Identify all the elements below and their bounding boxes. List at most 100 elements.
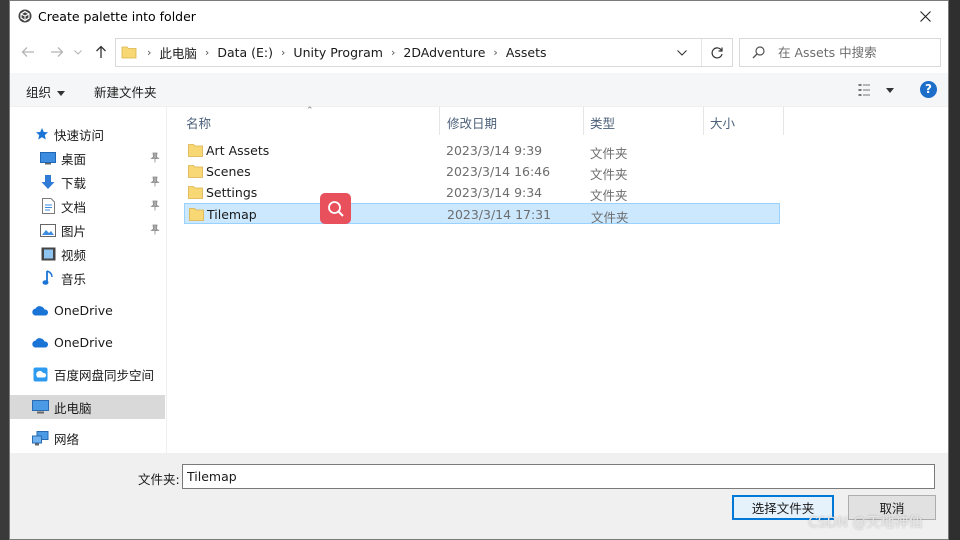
pin-icon xyxy=(150,224,160,235)
nav-item-videos[interactable]: 视频 xyxy=(10,242,165,266)
nav-item-baidu-netdisk[interactable]: 百度网盘同步空间 xyxy=(10,362,165,386)
arrow-up-icon xyxy=(96,45,106,58)
chevron-right-icon: › xyxy=(281,46,286,59)
file-date: 2023/3/14 9:39 xyxy=(446,143,543,158)
address-bar[interactable]: › 此电脑 › Data (E:) › Unity Program › 2DAd… xyxy=(115,38,733,67)
refresh-button[interactable] xyxy=(701,39,732,66)
navigation-bar: › 此电脑 › Data (E:) › Unity Program › 2DAd… xyxy=(10,32,948,72)
chevron-down-icon xyxy=(677,49,687,56)
magnifier-icon xyxy=(327,200,344,217)
close-icon xyxy=(919,11,931,22)
refresh-icon xyxy=(711,46,723,58)
window-title: Create palette into folder xyxy=(38,9,196,24)
details-view-icon xyxy=(858,84,870,96)
forward-button[interactable] xyxy=(47,42,67,62)
nav-item-label: OneDrive xyxy=(54,302,113,318)
arrow-right-icon xyxy=(51,47,64,57)
nav-item-label: 网络 xyxy=(54,431,80,447)
column-header-name[interactable]: 名称 xyxy=(168,107,440,135)
title-bar: Create palette into folder xyxy=(10,1,948,32)
organize-menu-button[interactable]: 组织 xyxy=(26,82,66,101)
breadcrumb-item[interactable]: Unity Program xyxy=(288,45,388,60)
nav-item-label: 桌面 xyxy=(61,151,87,167)
unity-app-icon xyxy=(18,9,32,23)
file-name: Art Assets xyxy=(206,143,270,158)
new-folder-button[interactable]: 新建文件夹 xyxy=(94,82,157,101)
nav-item-label: 此电脑 xyxy=(54,400,92,416)
search-icon xyxy=(752,46,765,59)
file-row[interactable]: Settings 2023/3/14 9:34 文件夹 xyxy=(184,182,780,203)
back-button[interactable] xyxy=(18,42,38,62)
nav-item-label: OneDrive xyxy=(54,334,113,350)
file-name: Scenes xyxy=(206,164,251,179)
magnifier-overlay-button[interactable] xyxy=(320,193,351,224)
view-options-button[interactable] xyxy=(858,82,898,98)
nav-item-this-pc[interactable]: 此电脑 xyxy=(10,395,165,419)
nav-item-label: 视频 xyxy=(61,247,87,263)
cloud-icon xyxy=(31,333,49,351)
nav-item-pictures[interactable]: 图片 xyxy=(10,218,165,242)
column-header-date[interactable]: 修改日期 xyxy=(440,107,584,135)
nav-item-desktop[interactable]: 桌面 xyxy=(10,146,165,170)
column-header-type[interactable]: 类型 xyxy=(584,107,704,135)
nav-item-downloads[interactable]: 下载 xyxy=(10,170,165,194)
file-row[interactable]: Scenes 2023/3/14 16:46 文件夹 xyxy=(184,161,780,182)
file-type: 文件夹 xyxy=(590,146,628,161)
folder-field-label: 文件夹: xyxy=(138,472,180,487)
column-header-size[interactable]: 大小 xyxy=(704,107,784,135)
folder-icon xyxy=(188,186,203,199)
file-row-selected[interactable]: Tilemap 2023/3/14 17:31 文件夹 xyxy=(184,203,780,225)
breadcrumb-item[interactable]: 此电脑 xyxy=(154,43,202,62)
organize-label: 组织 xyxy=(26,85,52,100)
file-row[interactable]: Art Assets 2023/3/14 9:39 文件夹 xyxy=(184,140,780,161)
nav-item-onedrive[interactable]: OneDrive xyxy=(10,298,165,322)
chevron-right-icon: › xyxy=(493,46,498,59)
cloud-icon xyxy=(31,301,49,319)
help-button[interactable]: ? xyxy=(920,81,937,98)
baidu-netdisk-icon xyxy=(31,365,49,383)
nav-item-label: 文档 xyxy=(61,199,87,215)
navigation-pane: 快速访问 桌面 下载 文档 图片 视频 音乐 OneDrive OneDrive… xyxy=(10,107,167,453)
address-history-dropdown[interactable] xyxy=(669,39,695,66)
breadcrumb-item[interactable]: Data (E:) xyxy=(212,45,278,60)
chevron-down-icon xyxy=(74,49,82,55)
breadcrumb-item[interactable]: 2DAdventure xyxy=(398,45,490,60)
editor-background-right xyxy=(948,0,960,540)
file-date: 2023/3/14 17:31 xyxy=(447,207,552,222)
nav-item-quick-access[interactable]: 快速访问 xyxy=(10,122,165,146)
folder-icon xyxy=(188,144,203,157)
up-button[interactable] xyxy=(91,42,111,62)
file-type: 文件夹 xyxy=(590,188,628,203)
recent-locations-button[interactable] xyxy=(72,42,84,62)
csdn-watermark: CSDN @天地神仙 xyxy=(808,515,923,531)
picture-icon xyxy=(39,221,57,239)
nav-item-music[interactable]: 音乐 xyxy=(10,266,165,290)
chevron-right-icon: › xyxy=(147,46,152,59)
breadcrumb-item[interactable]: Assets xyxy=(501,45,552,60)
file-type: 文件夹 xyxy=(591,210,629,225)
nav-item-network[interactable]: 网络 xyxy=(10,426,165,450)
file-type: 文件夹 xyxy=(590,167,628,182)
close-button[interactable] xyxy=(902,1,948,32)
video-icon xyxy=(39,245,57,263)
search-input[interactable] xyxy=(778,39,936,66)
file-date: 2023/3/14 9:34 xyxy=(446,185,543,200)
nav-item-documents[interactable]: 文档 xyxy=(10,194,165,218)
nav-item-onedrive-2[interactable]: OneDrive xyxy=(10,330,165,354)
star-icon xyxy=(33,125,51,143)
search-box[interactable] xyxy=(739,38,941,67)
breadcrumb: › 此电脑 › Data (E:) › Unity Program › 2DAd… xyxy=(144,39,552,66)
music-icon xyxy=(39,269,57,287)
pin-icon xyxy=(150,152,160,163)
file-name: Tilemap xyxy=(207,207,257,222)
chevron-right-icon: › xyxy=(390,46,396,59)
folder-name-input[interactable] xyxy=(182,464,935,489)
folder-icon xyxy=(121,46,137,59)
folder-icon xyxy=(189,208,204,221)
folder-icon xyxy=(188,165,203,178)
nav-item-label: 快速访问 xyxy=(54,127,105,143)
desktop-icon xyxy=(39,149,57,167)
nav-item-label: 下载 xyxy=(61,175,87,191)
file-list: ⌃ 名称 修改日期 类型 大小 Art Assets 2023/3/14 9:3… xyxy=(168,106,948,453)
command-bar: 组织 新建文件夹 ? xyxy=(10,73,948,107)
